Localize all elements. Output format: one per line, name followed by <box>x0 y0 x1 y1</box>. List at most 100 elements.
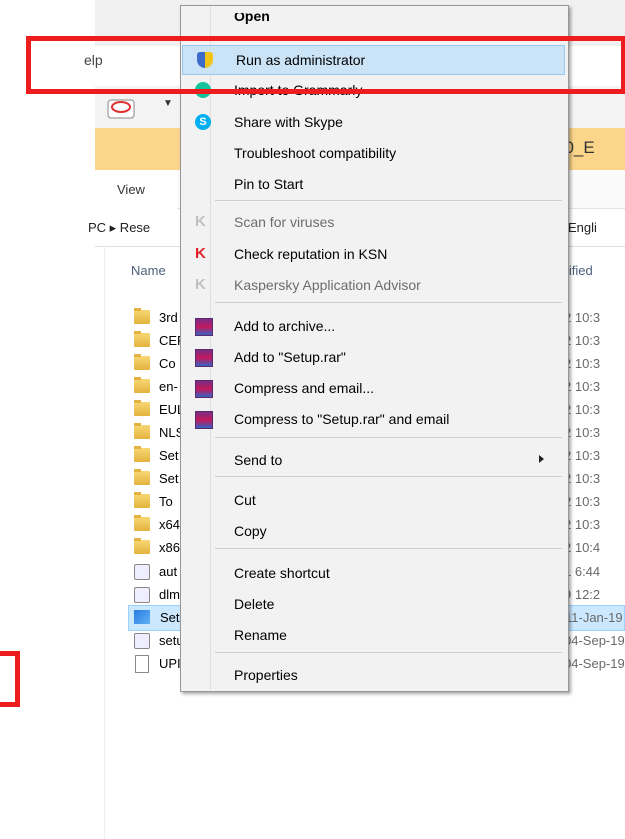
folder-icon <box>134 515 150 531</box>
menu-item-label: Cut <box>234 492 256 508</box>
menu-item-label: Add to "Setup.rar" <box>234 349 346 365</box>
menu-item-label: Copy <box>234 523 267 539</box>
menu-item-label: Kaspersky Application Advisor <box>234 277 421 293</box>
menu-item-label: Check reputation in KSN <box>234 246 388 262</box>
file-name: aut <box>159 564 178 579</box>
file-name: Set <box>159 448 179 463</box>
menu-item-pin-to-start[interactable]: Pin to Start <box>181 170 566 198</box>
skype-icon: S <box>195 114 211 130</box>
winrar-icon <box>195 411 213 429</box>
settings-file-icon <box>134 564 150 580</box>
file-name: dlm <box>159 587 180 602</box>
file-name: Set <box>159 471 179 486</box>
folder-icon <box>134 469 150 485</box>
file-date-modified: 2 10:3 <box>564 448 601 463</box>
tab-view-label: View <box>117 182 145 197</box>
folder-icon <box>134 538 150 554</box>
menu-separator <box>215 302 562 303</box>
file-name: x64 <box>159 517 180 532</box>
file-date-modified: 11-Jan-19 6:23 <box>565 610 625 625</box>
column-header-name[interactable]: Name <box>131 263 166 278</box>
column-header-date-modified[interactable]: lified <box>566 263 593 278</box>
menu-separator <box>215 200 562 201</box>
winrar-icon <box>195 380 213 398</box>
menu-item-label: Share with Skype <box>234 114 343 130</box>
menu-item-label: Open <box>234 8 270 24</box>
menu-separator <box>215 652 562 653</box>
menu-item-label: Delete <box>234 596 275 612</box>
menu-item-label: Troubleshoot compatibility <box>234 145 397 161</box>
file-name: 3rd <box>159 310 178 325</box>
file-date-modified: 2 10:3 <box>564 356 601 371</box>
folder-icon <box>134 423 150 439</box>
menu-item-label: Send to <box>234 452 283 468</box>
file-date-modified: 2 10:3 <box>564 310 601 325</box>
menu-item-open[interactable]: Open <box>181 8 566 36</box>
submenu-arrow-icon <box>539 455 544 463</box>
menu-item-delete[interactable]: Delete <box>181 590 566 618</box>
menu-item-add-to-setup-rar[interactable]: Add to "Setup.rar" <box>181 343 566 371</box>
menu-item-scan-for-viruses[interactable]: K Scan for viruses <box>181 208 566 236</box>
navigation-pane-divider <box>104 246 105 839</box>
folder-icon <box>134 492 150 508</box>
kaspersky-icon: K <box>195 276 206 293</box>
kaspersky-red-icon: K <box>195 245 206 262</box>
menu-item-kaspersky-application-advisor[interactable]: K Kaspersky Application Advisor <box>181 271 566 299</box>
toolbar-dropdown-icon[interactable]: ▼ <box>163 98 173 109</box>
file-date-modified: 9 12:2 <box>564 587 601 602</box>
file-name: To <box>159 494 173 509</box>
highlight-box-left <box>0 651 20 707</box>
toolbar-properties-icon[interactable] <box>104 92 154 122</box>
breadcrumb[interactable]: PC ▸ Rese <box>88 220 150 236</box>
file-date-modified: 04-Sep-19 10:2 <box>564 656 625 671</box>
file-date-modified: 2 10:3 <box>564 471 601 486</box>
file-name: en- <box>159 379 178 394</box>
file-date-modified: 1 6:44 <box>564 564 601 579</box>
menu-item-send-to[interactable]: Send to <box>181 446 566 474</box>
menu-item-check-reputation-in-ksn[interactable]: K Check reputation in KSN <box>181 240 566 268</box>
file-date-modified: 04-Sep-19 10:2 <box>564 633 625 648</box>
folder-icon <box>134 308 150 324</box>
menu-item-label: Rename <box>234 627 287 643</box>
menu-item-label: Pin to Start <box>234 176 304 192</box>
highlight-box-run-as-admin <box>26 36 625 94</box>
menu-separator <box>215 476 562 477</box>
settings-file-icon <box>134 633 150 649</box>
menu-item-troubleshoot-compatibility[interactable]: Troubleshoot compatibility <box>181 139 566 167</box>
document-icon <box>135 655 149 673</box>
breadcrumb-current[interactable]: Engli <box>568 220 597 235</box>
folder-icon <box>134 400 150 416</box>
menu-item-compress-to-setup-rar-and-email[interactable]: Compress to "Setup.rar" and email <box>181 405 566 433</box>
menu-item-label: Add to archive... <box>234 318 336 334</box>
file-date-modified: 2 10:3 <box>564 425 601 440</box>
setup-app-icon <box>134 610 150 624</box>
kaspersky-icon: K <box>195 213 206 230</box>
winrar-icon <box>195 349 213 367</box>
menu-item-label: Compress to "Setup.rar" and email <box>234 411 450 427</box>
winrar-icon <box>195 318 213 336</box>
folder-icon <box>134 354 150 370</box>
menu-item-create-shortcut[interactable]: Create shortcut <box>181 559 566 587</box>
menu-item-label: Scan for viruses <box>234 214 335 230</box>
settings-file-icon <box>134 587 150 603</box>
menu-item-copy[interactable]: Copy <box>181 517 566 545</box>
menu-item-rename[interactable]: Rename <box>181 621 566 649</box>
file-date-modified: 2 10:3 <box>564 494 601 509</box>
menu-item-label: Properties <box>234 667 298 683</box>
folder-icon <box>134 446 150 462</box>
file-name: Co <box>159 356 176 371</box>
menu-item-label: Create shortcut <box>234 565 330 581</box>
file-date-modified: 2 10:3 <box>564 379 601 394</box>
file-date-modified: 2 10:3 <box>564 333 601 348</box>
menu-separator <box>215 548 562 549</box>
menu-item-label: Compress and email... <box>234 380 375 396</box>
menu-item-add-to-archive[interactable]: Add to archive... <box>181 312 566 340</box>
menu-item-compress-and-email[interactable]: Compress and email... <box>181 374 566 402</box>
folder-icon <box>134 331 150 347</box>
file-date-modified: 2 10:4 <box>564 540 601 555</box>
folder-icon <box>134 377 150 393</box>
menu-item-cut[interactable]: Cut <box>181 486 566 514</box>
file-name: x86 <box>159 540 180 555</box>
menu-item-properties[interactable]: Properties <box>181 661 566 689</box>
menu-item-share-with-skype[interactable]: S Share with Skype <box>181 108 566 136</box>
